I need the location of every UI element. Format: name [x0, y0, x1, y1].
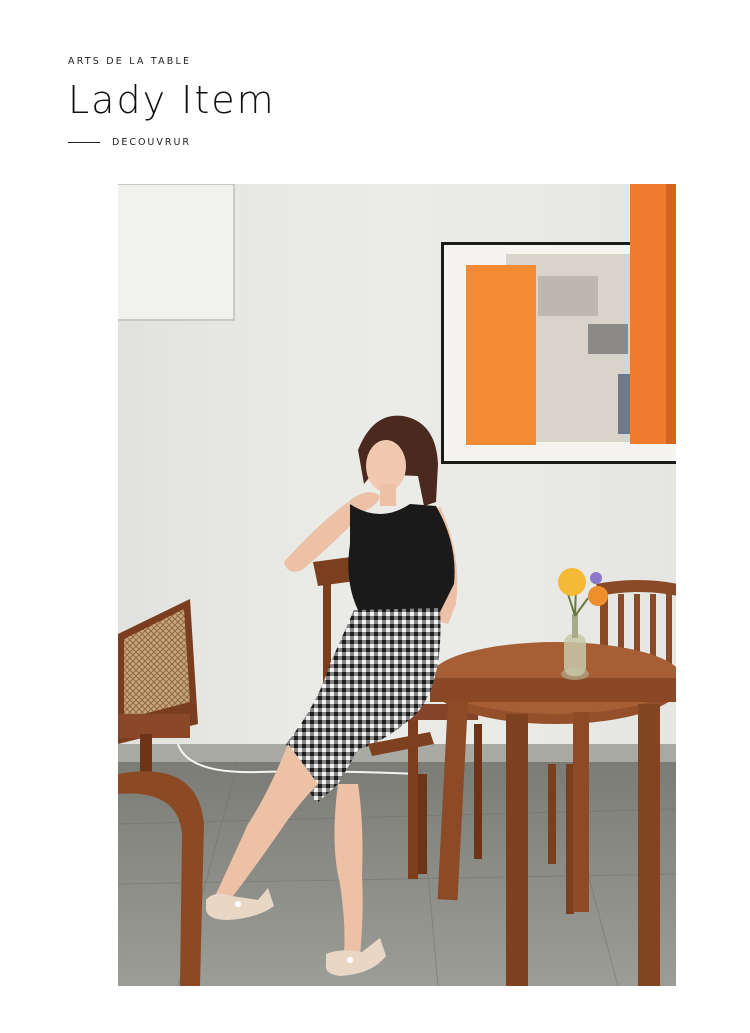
- product-photo: [118, 184, 676, 986]
- black-sleeveless-top: [348, 504, 455, 614]
- cta-divider-line: [68, 142, 100, 143]
- photo-illustration: [118, 184, 676, 986]
- discover-link-label: DECOUVRUR: [112, 137, 192, 148]
- wall-frame-left: [118, 184, 235, 321]
- discover-link[interactable]: DECOUVRUR: [68, 137, 276, 148]
- brand-eyebrow: ARTS DE LA TABLE: [68, 56, 192, 67]
- page-header: ARTS DE LA TABLE Lady Item DECOUVRUR: [68, 56, 276, 148]
- yellow-flower: [558, 568, 586, 596]
- page-title: Lady Item: [68, 78, 276, 122]
